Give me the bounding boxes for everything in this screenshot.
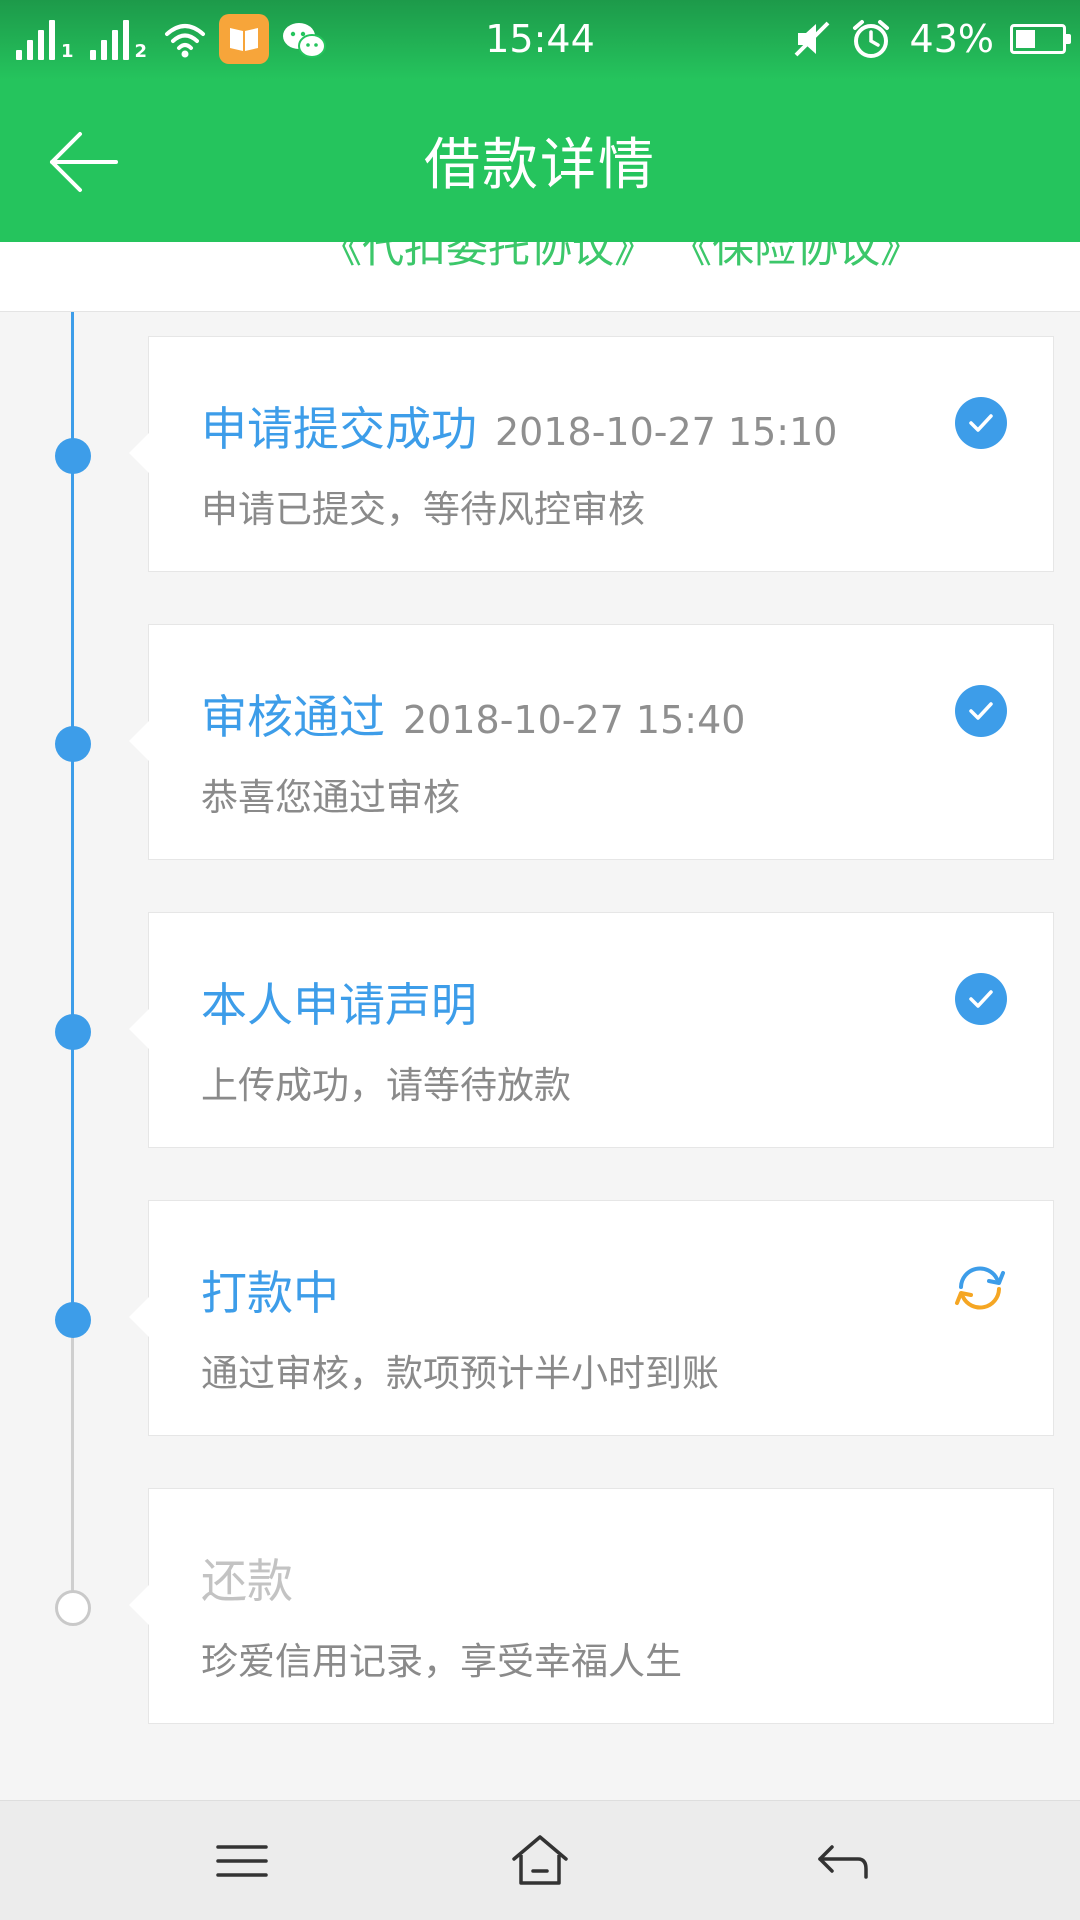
step-card-submitted: 申请提交成功 2018-10-27 15:10 申请已提交，等待风控审核 bbox=[129, 336, 1054, 572]
status-right: 43% bbox=[792, 14, 1071, 64]
step-time: 2018-10-27 15:40 bbox=[403, 698, 746, 742]
step-desc: 珍爱信用记录，享受幸福人生 bbox=[201, 1640, 682, 1683]
step-head: 打款中 bbox=[201, 1257, 357, 1323]
nav-home-button[interactable] bbox=[508, 1831, 572, 1891]
step-desc: 申请已提交，等待风控审核 bbox=[201, 488, 645, 531]
timeline-dot bbox=[55, 1014, 91, 1050]
nav-menu-button[interactable] bbox=[210, 1831, 274, 1891]
timeline: 申请提交成功 2018-10-27 15:10 申请已提交，等待风控审核 审核通… bbox=[0, 312, 1080, 1800]
step-title: 打款中 bbox=[201, 1266, 339, 1320]
check-circle-icon bbox=[955, 973, 1007, 1025]
battery-icon bbox=[1010, 24, 1071, 54]
step-title: 审核通过 bbox=[201, 690, 385, 744]
step-desc: 通过审核，款项预计半小时到账 bbox=[201, 1352, 719, 1395]
step-head: 本人申请声明 bbox=[201, 969, 495, 1035]
mute-icon bbox=[794, 21, 829, 57]
nav-back-button[interactable] bbox=[808, 1831, 872, 1891]
step-time: 2018-10-27 15:10 bbox=[495, 410, 838, 454]
timeline-dot bbox=[55, 438, 91, 474]
agreement-link-withholding[interactable]: 《代扣委托协议》 bbox=[320, 242, 656, 275]
agreement-link-insurance[interactable]: 《保险协议》 bbox=[670, 242, 922, 275]
step-head: 审核通过 2018-10-27 15:40 bbox=[201, 681, 745, 747]
step-card-disbursing: 打款中 通过审核，款项预计半小时到账 bbox=[129, 1200, 1054, 1436]
app-header: 借款详情 bbox=[0, 80, 1080, 242]
battery-percent: 43% bbox=[909, 17, 994, 61]
step-card-approved: 审核通过 2018-10-27 15:40 恭喜您通过审核 bbox=[129, 624, 1054, 860]
menu-icon bbox=[216, 1845, 268, 1877]
check-circle-icon bbox=[955, 685, 1007, 737]
step-head: 申请提交成功 2018-10-27 15:10 bbox=[201, 393, 837, 459]
step-card-declaration: 本人申请声明 上传成功，请等待放款 bbox=[129, 912, 1054, 1148]
timeline-line-pending bbox=[71, 1318, 74, 1594]
status-bar: 1 2 15:44 43% bbox=[0, 0, 1080, 80]
refresh-icon bbox=[955, 1266, 1005, 1310]
system-nav-bar bbox=[0, 1800, 1080, 1920]
agreement-strip: 《代扣委托协议》 《保险协议》 bbox=[0, 242, 1080, 312]
timeline-dot-pending bbox=[55, 1590, 91, 1626]
step-desc: 上传成功，请等待放款 bbox=[201, 1064, 571, 1107]
step-head: 还款 bbox=[201, 1545, 293, 1611]
step-desc: 恭喜您通过审核 bbox=[201, 776, 460, 819]
step-title: 还款 bbox=[201, 1554, 293, 1608]
timeline-dot bbox=[55, 726, 91, 762]
step-title: 本人申请声明 bbox=[201, 978, 477, 1032]
step-title: 申请提交成功 bbox=[201, 402, 477, 456]
step-card-repayment: 还款 珍爱信用记录，享受幸福人生 bbox=[129, 1488, 1054, 1724]
check-circle-icon bbox=[955, 397, 1007, 449]
alarm-icon bbox=[852, 20, 889, 58]
battery-fill bbox=[1016, 30, 1035, 48]
home-icon bbox=[512, 1835, 568, 1885]
timeline-dot bbox=[55, 1302, 91, 1338]
page-title: 借款详情 bbox=[424, 133, 656, 198]
back-icon bbox=[818, 1845, 868, 1879]
